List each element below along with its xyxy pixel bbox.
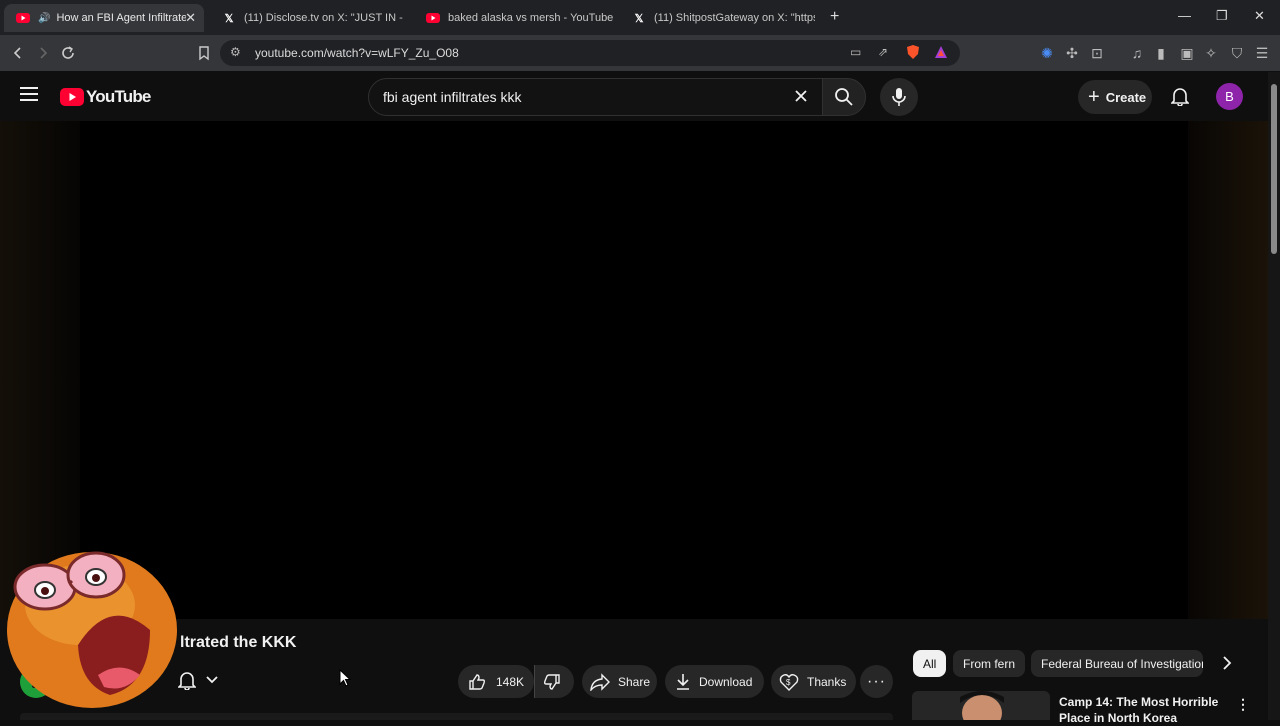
site-info-icon[interactable]: ⚙ xyxy=(230,45,241,59)
youtube-header: YouTube fbi agent infiltrates kkk + Crea… xyxy=(0,71,1280,121)
download-button[interactable]: Download xyxy=(665,665,764,698)
search-icon xyxy=(834,87,854,107)
dislike-button[interactable] xyxy=(534,665,574,698)
more-actions-button[interactable]: ··· xyxy=(860,665,893,698)
tab-title: How an FBI Agent Infiltrated xyxy=(56,12,187,24)
screenshot-icon[interactable]: ⊡ xyxy=(1088,44,1106,62)
video-title: ltrated the KKK xyxy=(180,634,297,651)
wallet-icon[interactable]: ▣ xyxy=(1178,44,1196,62)
more-vertical-icon[interactable]: ⋮ xyxy=(1236,696,1250,713)
overlay-potato-face-image xyxy=(0,535,180,720)
share-icon xyxy=(590,672,610,691)
recommended-video-title[interactable]: Camp 14: The Most Horrible Place in Nort… xyxy=(1059,694,1229,726)
thanks-heart-icon: $ xyxy=(779,673,799,691)
youtube-logo[interactable]: YouTube xyxy=(60,87,151,107)
svg-text:$: $ xyxy=(786,678,791,687)
tab-baked-alaska[interactable]: baked alaska vs mersh - YouTube xyxy=(414,4,614,32)
recommended-video-thumbnail[interactable] xyxy=(912,691,1050,720)
youtube-icon xyxy=(16,11,30,25)
microphone-icon xyxy=(892,87,906,107)
voice-search-button[interactable] xyxy=(880,78,918,116)
create-label: Create xyxy=(1105,89,1147,105)
back-icon[interactable] xyxy=(9,44,27,62)
scrollbar-thumb[interactable] xyxy=(1271,84,1277,254)
chevron-right-icon[interactable] xyxy=(1219,655,1235,671)
download-label: Download xyxy=(699,674,753,689)
more-horizontal-icon: ··· xyxy=(867,672,886,690)
search-query: fbi agent infiltrates kkk xyxy=(383,89,522,105)
youtube-logo-text: YouTube xyxy=(86,87,151,106)
account-avatar[interactable]: B xyxy=(1216,83,1243,110)
plus-icon: + xyxy=(1088,86,1100,108)
clear-search-icon[interactable] xyxy=(793,88,809,104)
chip-from-channel[interactable]: From fern xyxy=(953,650,1026,677)
hamburger-menu-icon[interactable] xyxy=(20,86,40,102)
chip-all[interactable]: All xyxy=(913,650,947,677)
tab-active-video[interactable]: 🔊 How an FBI Agent Infiltrated ✕ xyxy=(4,4,204,32)
like-button[interactable]: 148K xyxy=(458,665,534,698)
new-tab-button[interactable]: + xyxy=(830,8,839,26)
menu-icon[interactable]: ☰ xyxy=(1253,44,1271,62)
leo-ai-icon[interactable]: ✧ xyxy=(1202,44,1220,62)
like-count: 148K xyxy=(496,674,525,689)
tab-title: baked alaska vs mersh - YouTube xyxy=(448,12,614,24)
subscribed-bell-icon[interactable] xyxy=(178,670,196,690)
mouse-cursor-icon xyxy=(339,669,351,687)
maximize-icon[interactable]: ❐ xyxy=(1216,8,1228,24)
address-bar[interactable]: ⚙ youtube.com/watch?v=wLFY_Zu_O08 ▭ ⇗ xyxy=(220,40,960,66)
brave-shields-icon[interactable] xyxy=(906,44,920,60)
vpn-icon[interactable]: ⛉ xyxy=(1228,44,1246,62)
extensions-puzzle-icon[interactable]: ✣ xyxy=(1063,44,1081,62)
youtube-logo-icon xyxy=(60,88,84,106)
chip-fbi[interactable]: Federal Bureau of Investigation xyxy=(1031,650,1203,677)
tab-title: (11) Disclose.tv on X: "JUST IN - UK re xyxy=(244,12,405,24)
reload-icon[interactable] xyxy=(59,44,77,62)
x-icon: 𝕏 xyxy=(634,12,644,25)
thanks-label: Thanks xyxy=(807,674,847,689)
thumbs-up-icon xyxy=(468,673,486,691)
forward-icon[interactable] xyxy=(34,44,52,62)
tab-title: (11) ShitpostGateway on X: "https://t xyxy=(654,12,815,24)
url-text: youtube.com/watch?v=wLFY_Zu_O08 xyxy=(255,46,459,60)
browser-toolbar: ⚙ youtube.com/watch?v=wLFY_Zu_O08 ▭ ⇗ ✺ … xyxy=(0,35,1280,71)
extension-blue-icon[interactable]: ✺ xyxy=(1038,44,1056,62)
thanks-button[interactable]: $ Thanks xyxy=(771,665,856,698)
tab-shitpostgateway[interactable]: 𝕏 (11) ShitpostGateway on X: "https://t xyxy=(620,4,815,32)
bookmark-icon[interactable] xyxy=(195,44,213,62)
chevron-down-icon[interactable] xyxy=(205,674,219,686)
thumbs-down-icon xyxy=(543,673,561,691)
search-button[interactable] xyxy=(822,78,866,116)
close-tab-icon[interactable]: ✕ xyxy=(185,10,196,26)
speaker-icon[interactable]: 🔊 xyxy=(38,13,50,24)
ambient-glow-right xyxy=(1188,121,1280,619)
youtube-icon xyxy=(426,11,440,25)
x-icon: 𝕏 xyxy=(224,12,234,25)
close-window-icon[interactable]: ✕ xyxy=(1254,8,1265,24)
cast-icon[interactable]: ▭ xyxy=(850,45,861,59)
create-button[interactable]: + Create xyxy=(1078,80,1152,114)
share-page-icon[interactable]: ⇗ xyxy=(878,45,888,59)
tab-disclose[interactable]: 𝕏 (11) Disclose.tv on X: "JUST IN - UK r… xyxy=(210,4,405,32)
search-input[interactable]: fbi agent infiltrates kkk xyxy=(368,78,824,116)
description-box-edge xyxy=(20,713,893,720)
share-label: Share xyxy=(618,674,651,689)
media-controls-icon[interactable]: ♫ xyxy=(1128,44,1146,62)
download-icon xyxy=(675,673,691,691)
share-button[interactable]: Share xyxy=(582,665,657,698)
minimize-icon[interactable]: — xyxy=(1178,8,1191,23)
sidebar-icon[interactable]: ▮ xyxy=(1152,44,1170,62)
video-player[interactable] xyxy=(0,121,1280,619)
notifications-bell-icon[interactable] xyxy=(1171,86,1189,106)
brave-rewards-icon[interactable] xyxy=(934,45,948,59)
page-scrollbar[interactable] xyxy=(1268,72,1280,720)
browser-tab-bar: 🔊 How an FBI Agent Infiltrated ✕ 𝕏 (11) … xyxy=(0,0,1280,35)
